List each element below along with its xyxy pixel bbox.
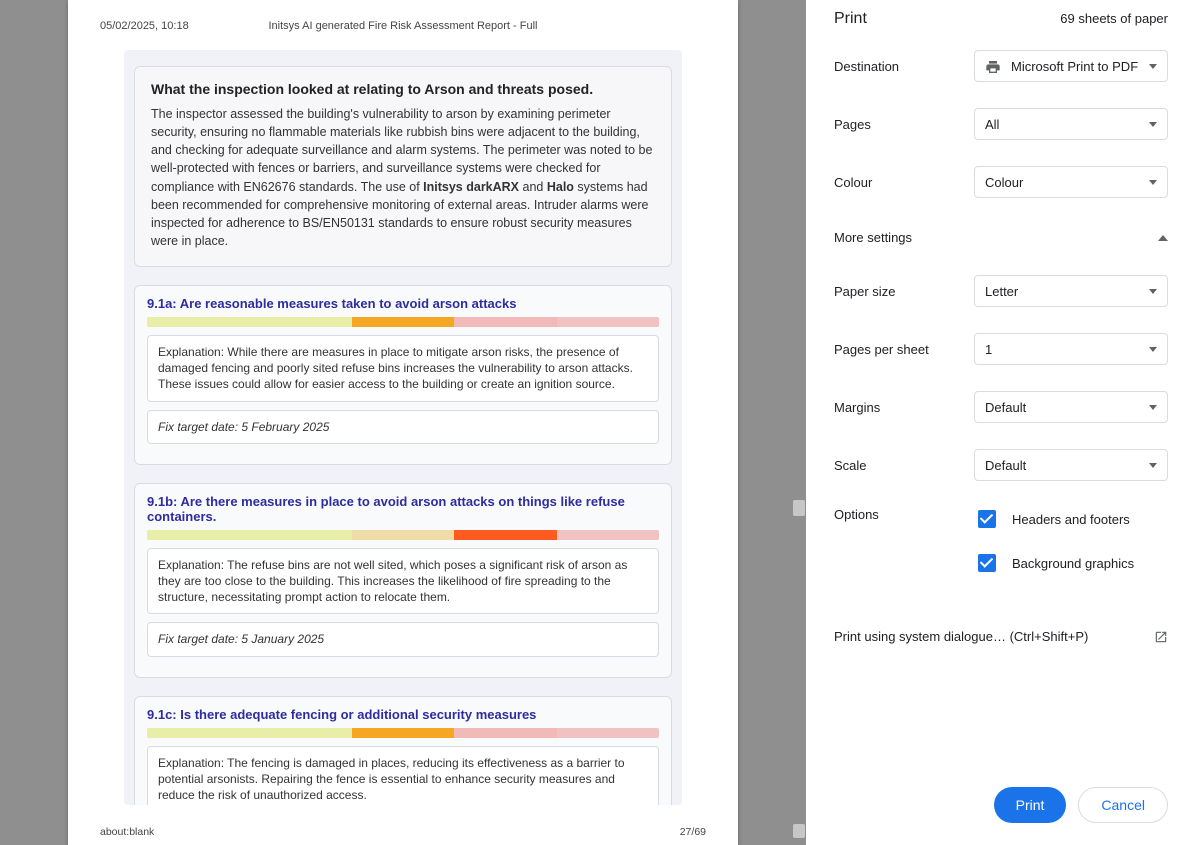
chevron-up-icon (1158, 235, 1168, 241)
question-card-91a: 9.1a: Are reasonable measures taken to a… (134, 285, 672, 465)
system-dialog-label: Print using system dialogue… (Ctrl+Shift… (834, 629, 1088, 644)
intro-body: The inspector assessed the building's vu… (151, 105, 655, 250)
panel-header: Print 69 sheets of paper (834, 10, 1168, 28)
headers-footers-checkbox[interactable] (978, 510, 996, 528)
pages-select[interactable]: All (974, 108, 1168, 140)
destination-value: Microsoft Print to PDF (1011, 59, 1138, 74)
question-title: 9.1b: Are there measures in place to avo… (147, 494, 659, 524)
chevron-down-icon (1149, 347, 1157, 352)
intro-card: What the inspection looked at relating t… (134, 66, 672, 267)
print-button[interactable]: Print (994, 787, 1067, 823)
system-dialog-link[interactable]: Print using system dialogue… (Ctrl+Shift… (834, 629, 1168, 644)
row-destination: Destination Microsoft Print to PDF (834, 50, 1168, 82)
cancel-button[interactable]: Cancel (1078, 787, 1168, 823)
paper-size-select[interactable]: Letter (974, 275, 1168, 307)
printer-icon (985, 59, 1001, 73)
pps-label: Pages per sheet (834, 342, 974, 357)
question-title: 9.1c: Is there adequate fencing or addit… (147, 707, 659, 722)
page-footer-url: about:blank (100, 826, 154, 838)
intro-bold-2: Halo (547, 180, 574, 194)
paper-size-label: Paper size (834, 284, 974, 299)
option-background-graphics[interactable]: Background graphics (974, 551, 1168, 575)
intro-bold-1: Initsys darkARX (423, 180, 519, 194)
pps-select[interactable]: 1 (974, 333, 1168, 365)
paper-size-value: Letter (985, 284, 1018, 299)
panel-title: Print (834, 10, 867, 28)
margins-select[interactable]: Default (974, 391, 1168, 423)
row-scale: Scale Default (834, 449, 1168, 481)
page-header-title: Initsys AI generated Fire Risk Assessmen… (68, 20, 738, 32)
pages-value: All (985, 117, 999, 132)
preview-scroll-thumb[interactable] (793, 500, 805, 516)
chevron-down-icon (1149, 405, 1157, 410)
print-preview-area: 05/02/2025, 10:18 Initsys AI generated F… (0, 0, 806, 845)
sheet-count: 69 sheets of paper (1060, 11, 1168, 26)
intro-text-2: and (519, 180, 547, 194)
scale-select[interactable]: Default (974, 449, 1168, 481)
row-pages-per-sheet: Pages per sheet 1 (834, 333, 1168, 365)
page-body: What the inspection looked at relating t… (124, 50, 682, 805)
row-margins: Margins Default (834, 391, 1168, 423)
row-colour: Colour Colour (834, 166, 1168, 198)
explanation-box: Explanation: The fencing is damaged in p… (147, 746, 659, 806)
fix-date-box: Fix target date: 5 February 2025 (147, 410, 659, 444)
colour-select[interactable]: Colour (974, 166, 1168, 198)
more-settings-label: More settings (834, 230, 912, 245)
preview-scroll-down-icon[interactable] (793, 824, 805, 838)
row-pages: Pages All (834, 108, 1168, 140)
options-label: Options (834, 507, 974, 595)
explanation-box: Explanation: The refuse bins are not wel… (147, 548, 659, 615)
more-settings-toggle[interactable]: More settings (834, 230, 1168, 245)
margins-value: Default (985, 400, 1026, 415)
intro-title: What the inspection looked at relating t… (151, 81, 655, 97)
option-headers-footers[interactable]: Headers and footers (974, 507, 1168, 531)
preview-page: 05/02/2025, 10:18 Initsys AI generated F… (68, 0, 738, 845)
risk-bar (147, 530, 659, 540)
pages-label: Pages (834, 117, 974, 132)
destination-label: Destination (834, 59, 974, 74)
margins-label: Margins (834, 400, 974, 415)
pps-value: 1 (985, 342, 992, 357)
explanation-box: Explanation: While there are measures in… (147, 335, 659, 402)
chevron-down-icon (1149, 463, 1157, 468)
fix-date-box: Fix target date: 5 January 2025 (147, 622, 659, 656)
chevron-down-icon (1149, 180, 1157, 185)
headers-footers-label: Headers and footers (1012, 512, 1130, 527)
colour-label: Colour (834, 175, 974, 190)
row-options: Options Headers and footers Background g… (834, 507, 1168, 595)
question-card-91b: 9.1b: Are there measures in place to avo… (134, 483, 672, 678)
risk-bar (147, 728, 659, 738)
question-title: 9.1a: Are reasonable measures taken to a… (147, 296, 659, 311)
scale-label: Scale (834, 458, 974, 473)
row-paper-size: Paper size Letter (834, 275, 1168, 307)
chevron-down-icon (1149, 64, 1157, 69)
panel-footer: Print Cancel (834, 787, 1168, 823)
risk-bar (147, 317, 659, 327)
chevron-down-icon (1149, 122, 1157, 127)
open-external-icon (1154, 630, 1168, 644)
chevron-down-icon (1149, 289, 1157, 294)
destination-select[interactable]: Microsoft Print to PDF (974, 50, 1168, 82)
background-graphics-label: Background graphics (1012, 556, 1134, 571)
background-graphics-checkbox[interactable] (978, 554, 996, 572)
print-settings-panel: Print 69 sheets of paper Destination Mic… (806, 0, 1196, 845)
question-card-91c: 9.1c: Is there adequate fencing or addit… (134, 696, 672, 806)
scale-value: Default (985, 458, 1026, 473)
page-footer-pagenum: 27/69 (680, 826, 706, 838)
colour-value: Colour (985, 175, 1023, 190)
